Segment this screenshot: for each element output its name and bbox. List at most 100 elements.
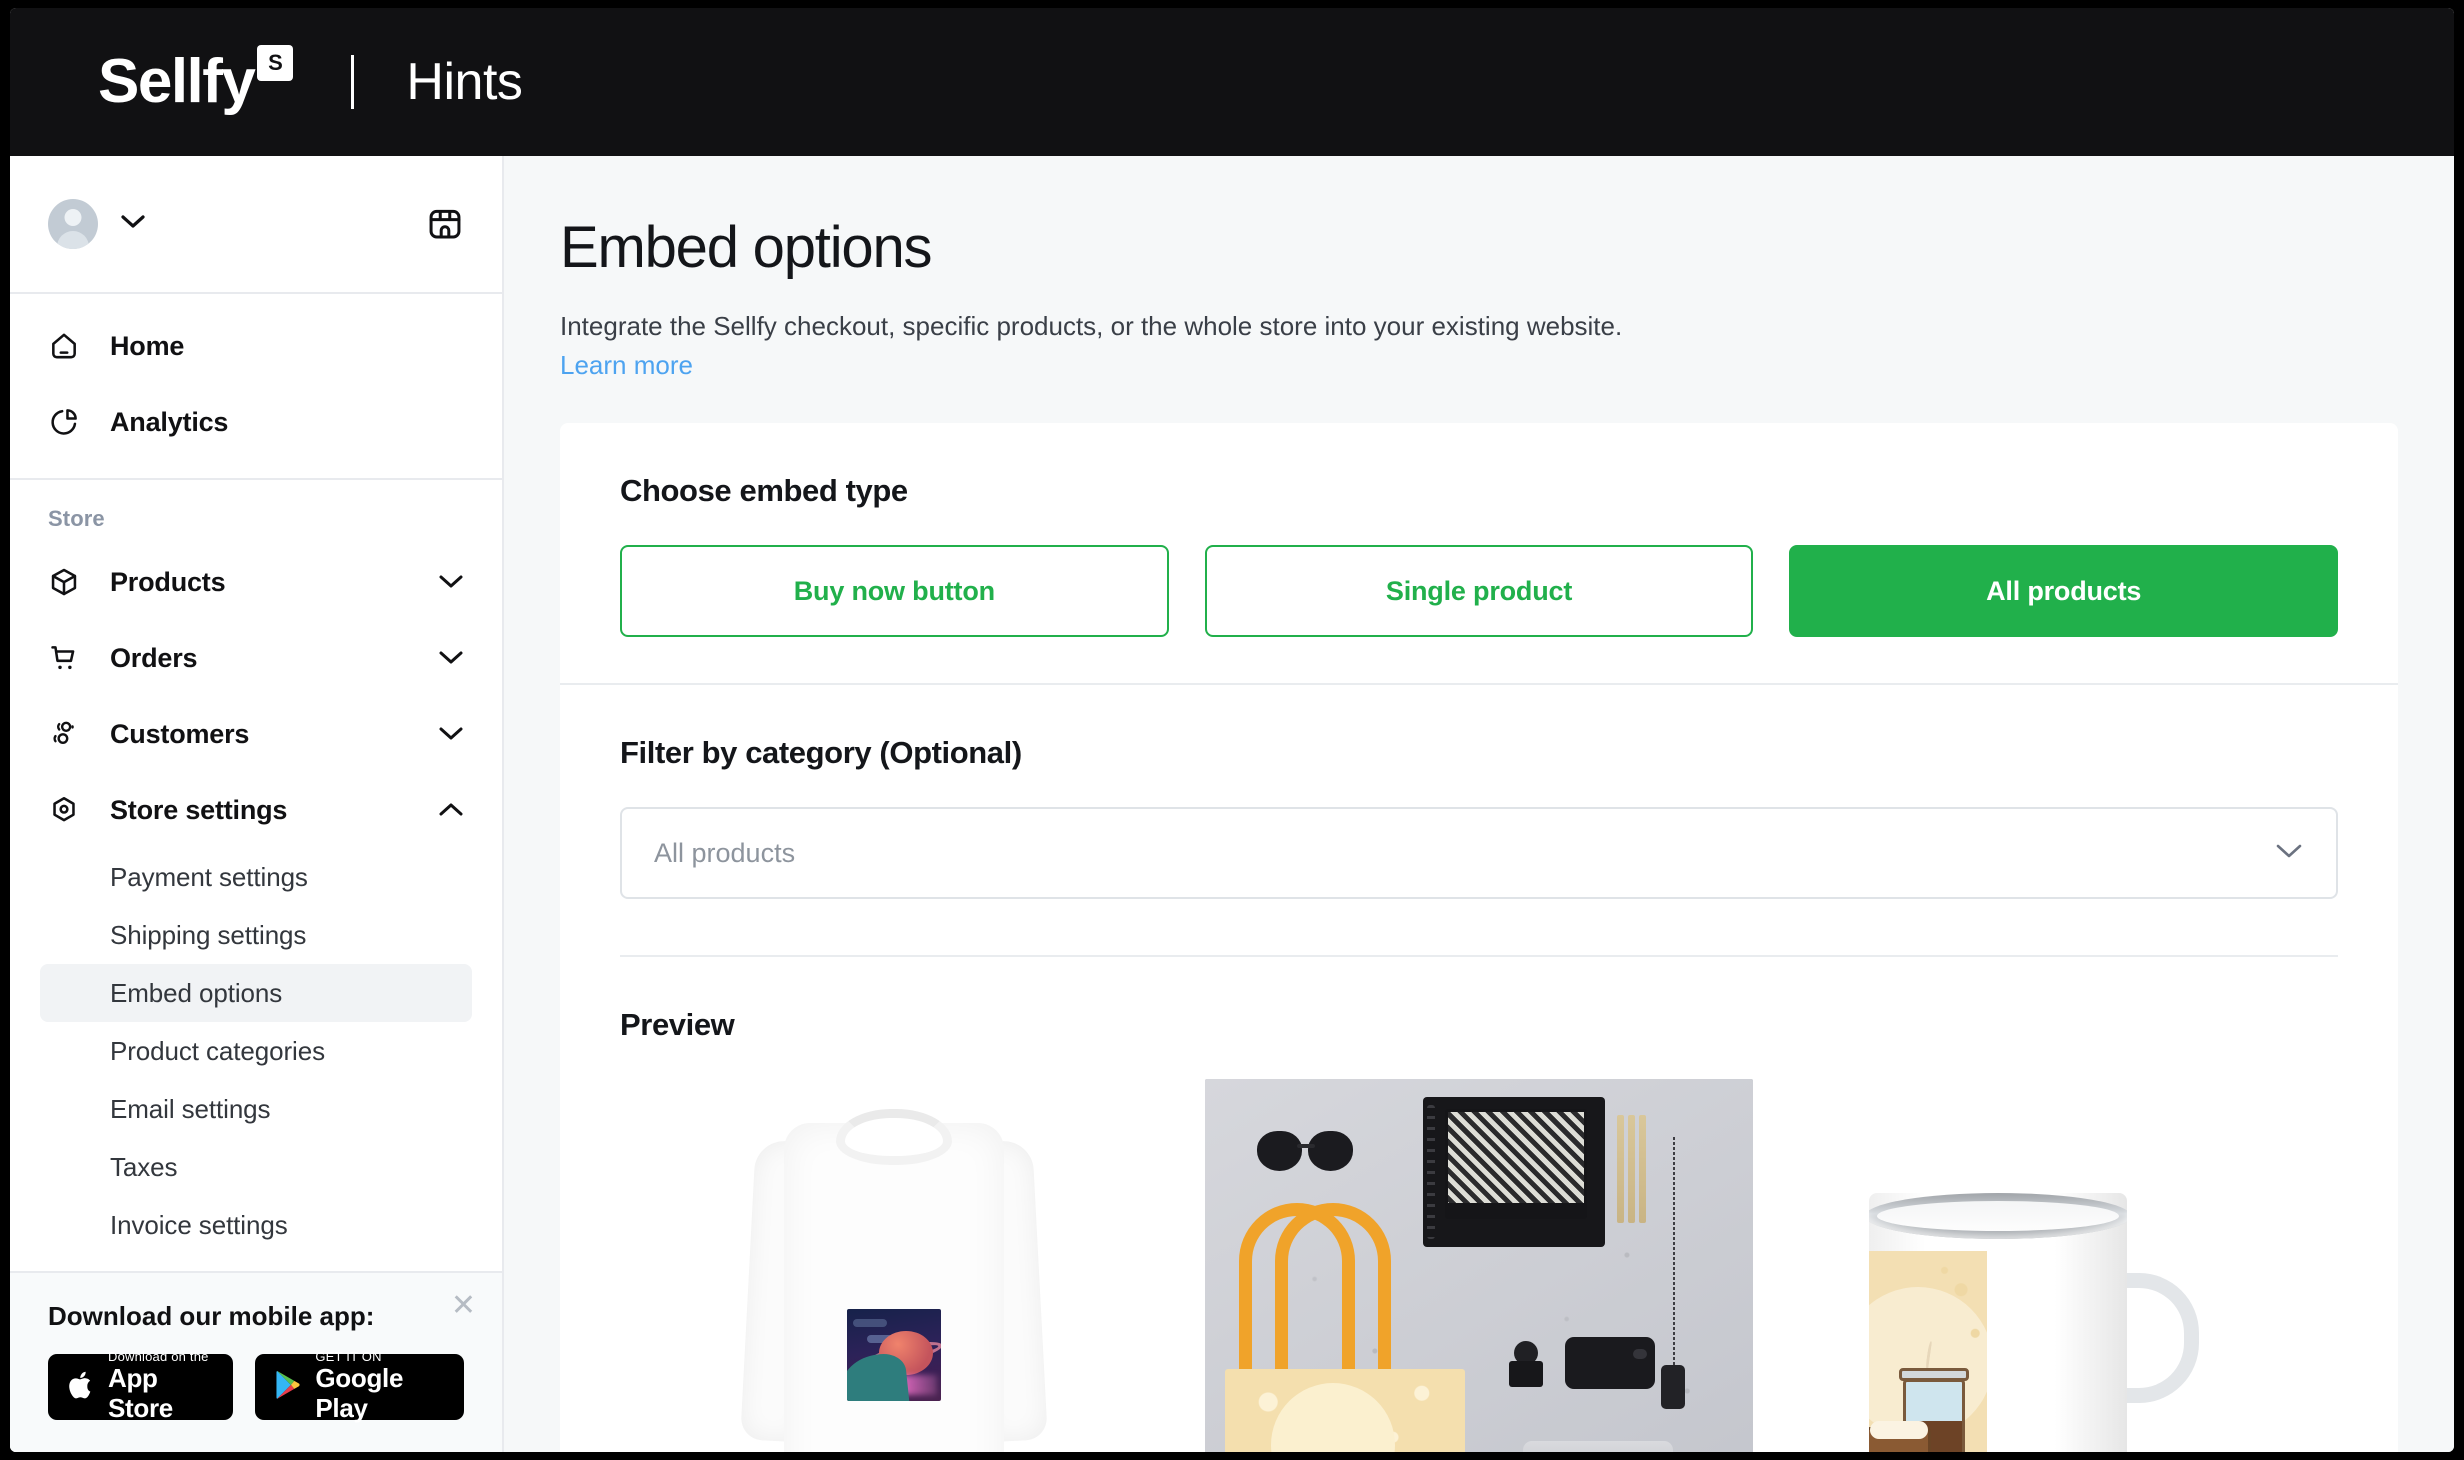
smartphone-prop (1565, 1337, 1656, 1390)
sidebar-nav: Home Analytics Store Products Orders Cus… (10, 294, 502, 1271)
phone-camera (1633, 1349, 1648, 1360)
sidebar-item-home[interactable]: Home (10, 308, 502, 384)
users-icon (48, 718, 90, 750)
sidebar-subitem-embed-options[interactable]: Embed options (40, 964, 472, 1022)
chevron-down-icon (120, 214, 146, 235)
chevron-down-icon[interactable] (438, 726, 464, 742)
page-subtitle: Integrate the Sellfy checkout, specific … (560, 311, 1623, 341)
sidebar-item-customers[interactable]: Customers (10, 696, 502, 772)
sunglasses-prop (1257, 1131, 1354, 1173)
google-play-button[interactable]: GET IT ON Google Play (255, 1349, 464, 1423)
promo-badges: Download on the App Store GET IT ON Goog… (48, 1349, 464, 1423)
embed-type-options: Buy now button Single product All produc… (620, 545, 2339, 638)
google-play-small-label: GET IT ON (315, 1348, 382, 1364)
sidebar-subitem-payment-settings[interactable]: Payment settings (40, 848, 472, 906)
preview-section: Preview (560, 957, 2398, 1452)
chevron-down-icon[interactable] (438, 650, 464, 666)
section-title-filter: Filter by category (Optional) (620, 735, 1022, 771)
patterned-wallet-prop (1445, 1109, 1588, 1220)
app-window: Sellfy S Hints Home Analytics Store Prod… (10, 8, 2454, 1452)
app-store-button[interactable]: Download on the App Store (48, 1349, 234, 1423)
choose-embed-type-section: Choose embed type Buy now button Single … (560, 423, 2398, 683)
home-icon (48, 330, 90, 362)
cup-foam (1869, 1421, 1928, 1440)
sidebar: Home Analytics Store Products Orders Cus… (10, 156, 504, 1452)
app-body: Home Analytics Store Products Orders Cus… (10, 156, 2454, 1452)
mobile-app-promo: ✕ Download our mobile app: Download on t… (10, 1271, 502, 1452)
pencils-prop (1617, 1115, 1647, 1224)
print-cloud (852, 1319, 887, 1328)
sidebar-item-products[interactable]: Products (10, 544, 502, 620)
tote-bag-flatlay-product-image[interactable] (1205, 1079, 1753, 1452)
section-title-embed-type: Choose embed type (620, 473, 908, 509)
print-hill (846, 1351, 910, 1402)
pie-chart-icon (48, 406, 90, 438)
account-switcher[interactable] (48, 199, 146, 249)
filter-by-category-section: Filter by category (Optional) All produc… (560, 685, 2398, 955)
sidebar-subitem-shipping-settings[interactable]: Shipping settings (40, 906, 472, 964)
tote-body (1225, 1369, 1466, 1452)
gear-hex-icon (48, 794, 90, 826)
chevron-up-icon[interactable] (438, 802, 464, 818)
lens-right (1308, 1131, 1354, 1172)
embed-type-single-product[interactable]: Single product (1204, 545, 1754, 638)
google-play-big-label: Google Play (315, 1363, 404, 1424)
sidebar-item-label: Products (110, 566, 226, 597)
learn-more-link[interactable]: Learn more (560, 350, 693, 381)
embed-options-card: Choose embed type Buy now button Single … (560, 423, 2398, 1452)
lens-left (1257, 1131, 1303, 1172)
promo-title: Download our mobile app: (48, 1301, 375, 1331)
enamel-mug-illustration (1868, 1175, 2199, 1452)
package-icon (48, 566, 90, 598)
shirt-body (783, 1123, 1004, 1452)
sweatshirt-product-image[interactable] (620, 1079, 1168, 1452)
sidebar-item-label: Customers (110, 718, 250, 749)
mug-rim-inner (1876, 1201, 2119, 1232)
close-icon[interactable]: ✕ (451, 1291, 476, 1321)
section-title-preview: Preview (620, 1007, 735, 1043)
sidebar-item-analytics[interactable]: Analytics (10, 384, 502, 460)
brand-badge-icon: S (257, 45, 294, 81)
embed-type-all-products[interactable]: All products (1789, 545, 2339, 638)
laptop-prop (1523, 1441, 1674, 1452)
wallet-flap (1448, 1203, 1585, 1220)
sunglasses-bridge (1297, 1144, 1316, 1149)
page-context-title: Hints (406, 53, 523, 111)
shirt-collar (835, 1109, 952, 1166)
sidebar-item-label: Orders (110, 642, 198, 673)
sidebar-item-store-settings[interactable]: Store settings (10, 772, 502, 848)
app-store-big-label: App Store (108, 1363, 173, 1424)
sidebar-item-label: Store settings (110, 794, 288, 825)
mug-rim (1868, 1193, 2127, 1240)
page-header: Embed options Integrate the Sellfy check… (504, 156, 2454, 423)
preview-product-grid (620, 1079, 2338, 1452)
chevron-down-icon[interactable] (438, 574, 464, 590)
user-avatar-icon (48, 199, 98, 249)
sidebar-subitem-email-settings[interactable]: Email settings (40, 1080, 472, 1138)
necklace-pendant-prop (1661, 1365, 1686, 1410)
enamel-mug-product-image[interactable] (1790, 1079, 2338, 1452)
pencil (1617, 1115, 1625, 1224)
sidebar-item-label: Home (110, 330, 185, 361)
mug-body (1868, 1193, 2127, 1452)
sellfy-logo[interactable]: Sellfy S (98, 45, 294, 116)
main-content: Embed options Integrate the Sellfy check… (504, 156, 2454, 1452)
sidebar-subitem-taxes[interactable]: Taxes (40, 1138, 472, 1196)
pencil (1628, 1115, 1636, 1224)
sidebar-subitem-product-categories[interactable]: Product categories (40, 1022, 472, 1080)
sidebar-item-orders[interactable]: Orders (10, 620, 502, 696)
sidebar-item-label: Analytics (110, 406, 229, 437)
embed-type-buy-now-button[interactable]: Buy now button (620, 545, 1169, 638)
page-title: Embed options (560, 215, 933, 280)
chevron-down-icon[interactable] (2274, 842, 2304, 865)
necklace-chain-prop (1673, 1137, 1676, 1368)
brand-wordmark: Sellfy (98, 47, 256, 116)
google-play-icon (273, 1368, 303, 1407)
pencil (1639, 1115, 1647, 1224)
sidebar-subitem-invoice-settings[interactable]: Invoice settings (40, 1196, 472, 1254)
app-store-labels: Download on the App Store (108, 1349, 215, 1424)
top-bar: Sellfy S Hints (10, 8, 2454, 156)
storefront-icon[interactable] (426, 205, 464, 243)
header-divider (351, 55, 355, 109)
category-select[interactable]: All products (620, 807, 2338, 900)
